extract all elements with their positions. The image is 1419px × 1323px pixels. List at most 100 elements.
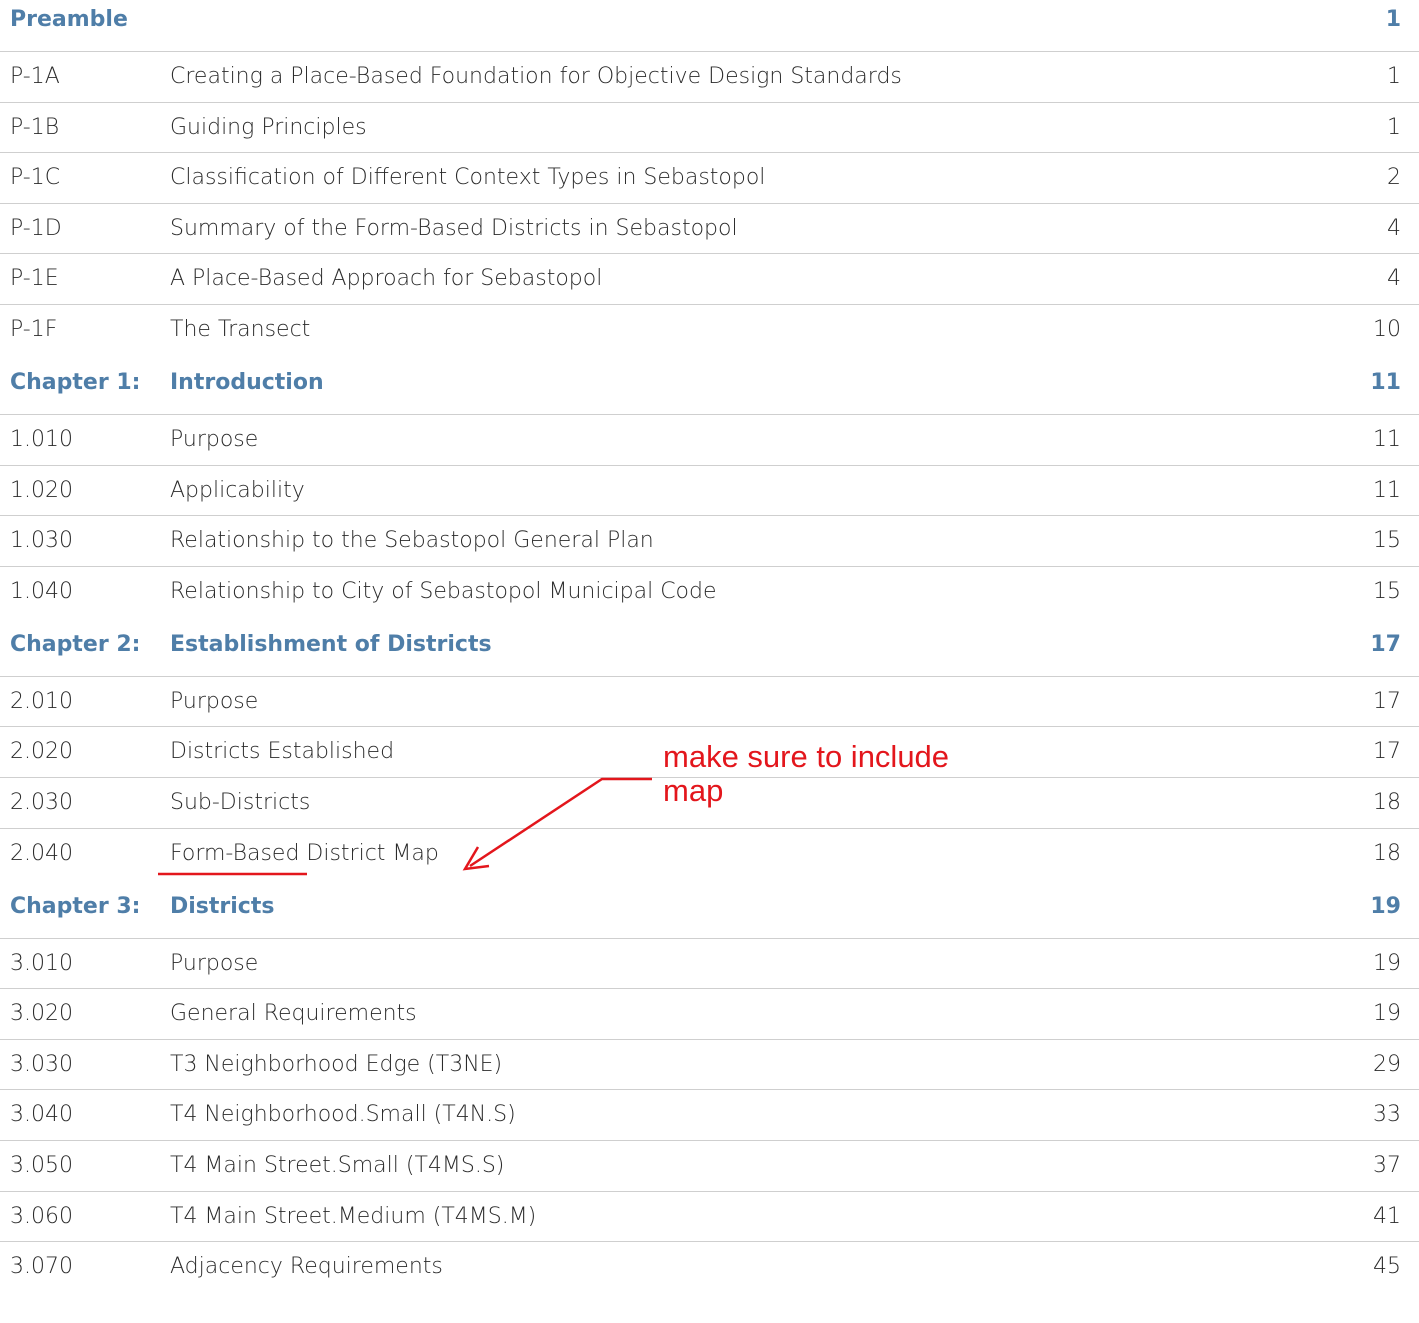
section-heading-code: Preamble bbox=[10, 7, 128, 32]
toc-entry-page: 29 bbox=[1373, 1051, 1401, 1077]
toc-entry-title: Adjacency Requirements bbox=[170, 1254, 443, 1280]
toc-entry[interactable]: 3.070 Adjacency Requirements 45 bbox=[0, 1242, 1419, 1292]
toc-entry[interactable]: 3.060 T4 Main Street.Medium (T4MS.M) 41 bbox=[0, 1192, 1419, 1243]
toc-entry-page: 4 bbox=[1387, 215, 1401, 241]
toc-entry[interactable]: P-1B Guiding Principles 1 bbox=[0, 103, 1419, 154]
toc-entry-code: P-1B bbox=[10, 114, 60, 140]
toc-entry[interactable]: P-1D Summary of the Form-Based Districts … bbox=[0, 204, 1419, 255]
section-heading-page: 17 bbox=[1370, 631, 1401, 657]
toc-entry-title: T3 Neighborhood Edge (T3NE) bbox=[170, 1051, 503, 1077]
toc-entry-page: 15 bbox=[1373, 528, 1401, 554]
toc-entry-title: Guiding Principles bbox=[170, 114, 367, 140]
toc-entry-page: 11 bbox=[1373, 477, 1401, 503]
toc-entry[interactable]: 3.020 General Requirements 19 bbox=[0, 989, 1419, 1040]
section-heading-page: 11 bbox=[1370, 369, 1401, 395]
toc-entry-code: 1.030 bbox=[10, 528, 73, 554]
toc-entry[interactable]: P-1E A Place-Based Approach for Sebastopo… bbox=[0, 254, 1419, 305]
toc-entry-code: 3.020 bbox=[10, 1001, 73, 1027]
toc-entry-page: 19 bbox=[1373, 950, 1401, 976]
toc-entry-title: A Place-Based Approach for Sebastopol bbox=[170, 266, 603, 292]
toc-entry-page: 10 bbox=[1373, 316, 1401, 342]
section-heading-page: 19 bbox=[1370, 893, 1401, 919]
toc-entry-page: 37 bbox=[1373, 1152, 1401, 1178]
toc-entry-code: 2.010 bbox=[10, 688, 73, 714]
toc-entry-title: Creating a Place-Based Foundation for Ob… bbox=[170, 64, 902, 89]
toc-entry[interactable]: 2.040 Form-Based District Map 18 bbox=[0, 829, 1419, 879]
toc-entry[interactable]: 3.030 T3 Neighborhood Edge (T3NE) 29 bbox=[0, 1040, 1419, 1091]
toc-entry[interactable]: P-1C Classification of Different Context … bbox=[0, 153, 1419, 204]
toc-entry-code: 1.010 bbox=[10, 426, 73, 452]
toc-entry-title: Sub-Districts bbox=[170, 789, 311, 815]
toc-entry-page: 1 bbox=[1387, 114, 1401, 140]
toc-entry[interactable]: 1.020 Applicability 11 bbox=[0, 466, 1419, 517]
toc-entry[interactable]: P-1A Creating a Place-Based Foundation fo… bbox=[0, 52, 1419, 103]
toc-entry-code: P-1E bbox=[10, 266, 59, 292]
toc-entry-title: Summary of the Form-Based Districts in S… bbox=[170, 215, 738, 241]
section-heading: Chapter 1: Introduction 11 bbox=[0, 363, 1419, 415]
toc-entry-code: 3.030 bbox=[10, 1051, 73, 1077]
toc-entry-code: 3.060 bbox=[10, 1203, 73, 1229]
toc-entry-code: P-1F bbox=[10, 316, 58, 342]
toc-entry-page: 33 bbox=[1373, 1102, 1401, 1128]
toc-entry-page: 18 bbox=[1373, 840, 1401, 866]
toc-entry-title: Relationship to the Sebastopol General P… bbox=[170, 528, 654, 554]
toc-entry-code: 1.040 bbox=[10, 578, 73, 604]
annotation-note: make sure to include map bbox=[663, 739, 950, 808]
toc-entry-code: 2.020 bbox=[10, 739, 73, 765]
toc-entry-title: The Transect bbox=[170, 316, 311, 342]
toc-entry-title: Classification of Different Context Type… bbox=[170, 165, 766, 191]
toc-entry-title: Relationship to City of Sebastopol Munic… bbox=[170, 578, 717, 604]
toc-entry-title: General Requirements bbox=[170, 1001, 417, 1027]
toc-entry-code: 3.050 bbox=[10, 1152, 73, 1178]
toc-entry-title: Purpose bbox=[170, 688, 259, 714]
toc-entry-code: 1.020 bbox=[10, 477, 73, 503]
toc-entry-page: 17 bbox=[1373, 688, 1401, 714]
section-heading: Chapter 3: Districts 19 bbox=[0, 887, 1419, 939]
toc-entry-page: 45 bbox=[1373, 1254, 1401, 1280]
toc-entry-page: 17 bbox=[1373, 739, 1401, 765]
toc-entry[interactable]: P-1F The Transect 10 bbox=[0, 305, 1419, 355]
toc-entry-page: 41 bbox=[1373, 1203, 1401, 1229]
toc-entry-page: 18 bbox=[1373, 789, 1401, 815]
toc-entry-page: 2 bbox=[1387, 165, 1401, 191]
toc-entry-page: 1 bbox=[1387, 64, 1401, 89]
toc-entry[interactable]: 1.040 Relationship to City of Sebastopol … bbox=[0, 567, 1419, 617]
section-heading-code: Chapter 3: bbox=[10, 893, 141, 919]
toc-entry-title: T4 Main Street.Small (T4MS.S) bbox=[170, 1152, 505, 1178]
toc-entry[interactable]: 1.010 Purpose 11 bbox=[0, 415, 1419, 466]
toc-entry-title: T4 Neighborhood.Small (T4N.S) bbox=[170, 1102, 516, 1128]
toc-entry[interactable]: 3.040 T4 Neighborhood.Small (T4N.S) 33 bbox=[0, 1090, 1419, 1141]
section-heading-title: Introduction bbox=[170, 369, 324, 395]
toc-entry-code: 3.070 bbox=[10, 1254, 73, 1280]
toc-entry-code: P-1D bbox=[10, 215, 62, 241]
toc-entry-code: 3.040 bbox=[10, 1102, 73, 1128]
toc-entry-page: 4 bbox=[1387, 266, 1401, 292]
toc-entry-title: Districts Established bbox=[170, 739, 395, 765]
section-heading: Chapter 2: Establishment of Districts 17 bbox=[0, 625, 1419, 677]
toc-entry-code: 3.010 bbox=[10, 950, 73, 976]
toc-entry-title: Applicability bbox=[170, 477, 305, 503]
toc-entry-page: 19 bbox=[1373, 1001, 1401, 1027]
toc-entry-title: Purpose bbox=[170, 950, 259, 976]
toc-entry-title: Purpose bbox=[170, 426, 259, 452]
section-heading-code: Chapter 1: bbox=[10, 369, 141, 395]
toc-entry-title: T4 Main Street.Medium (T4MS.M) bbox=[170, 1203, 537, 1229]
toc-entry-code: 2.030 bbox=[10, 789, 73, 815]
toc-entry[interactable]: 1.030 Relationship to the Sebastopol Gene… bbox=[0, 516, 1419, 567]
toc-entry-code: 2.040 bbox=[10, 840, 73, 866]
section-heading-page: 1 bbox=[1385, 7, 1401, 32]
toc-entry-page: 11 bbox=[1373, 426, 1401, 452]
toc-entry-page: 15 bbox=[1373, 578, 1401, 604]
toc-entry-code: P-1C bbox=[10, 165, 61, 191]
section-heading-title: Districts bbox=[170, 893, 275, 919]
toc-entry-code: P-1A bbox=[10, 64, 60, 89]
section-heading-code: Chapter 2: bbox=[10, 631, 141, 657]
toc-entry[interactable]: 2.010 Purpose 17 bbox=[0, 677, 1419, 728]
toc-entry[interactable]: 3.010 Purpose 19 bbox=[0, 939, 1419, 990]
toc-entry-title: Form-Based District Map bbox=[170, 840, 439, 866]
table-of-contents: Preamble 1 P-1A Creating a Place-Based Foun… bbox=[0, 0, 1419, 1292]
toc-entry[interactable]: 3.050 T4 Main Street.Small (T4MS.S) 37 bbox=[0, 1141, 1419, 1192]
